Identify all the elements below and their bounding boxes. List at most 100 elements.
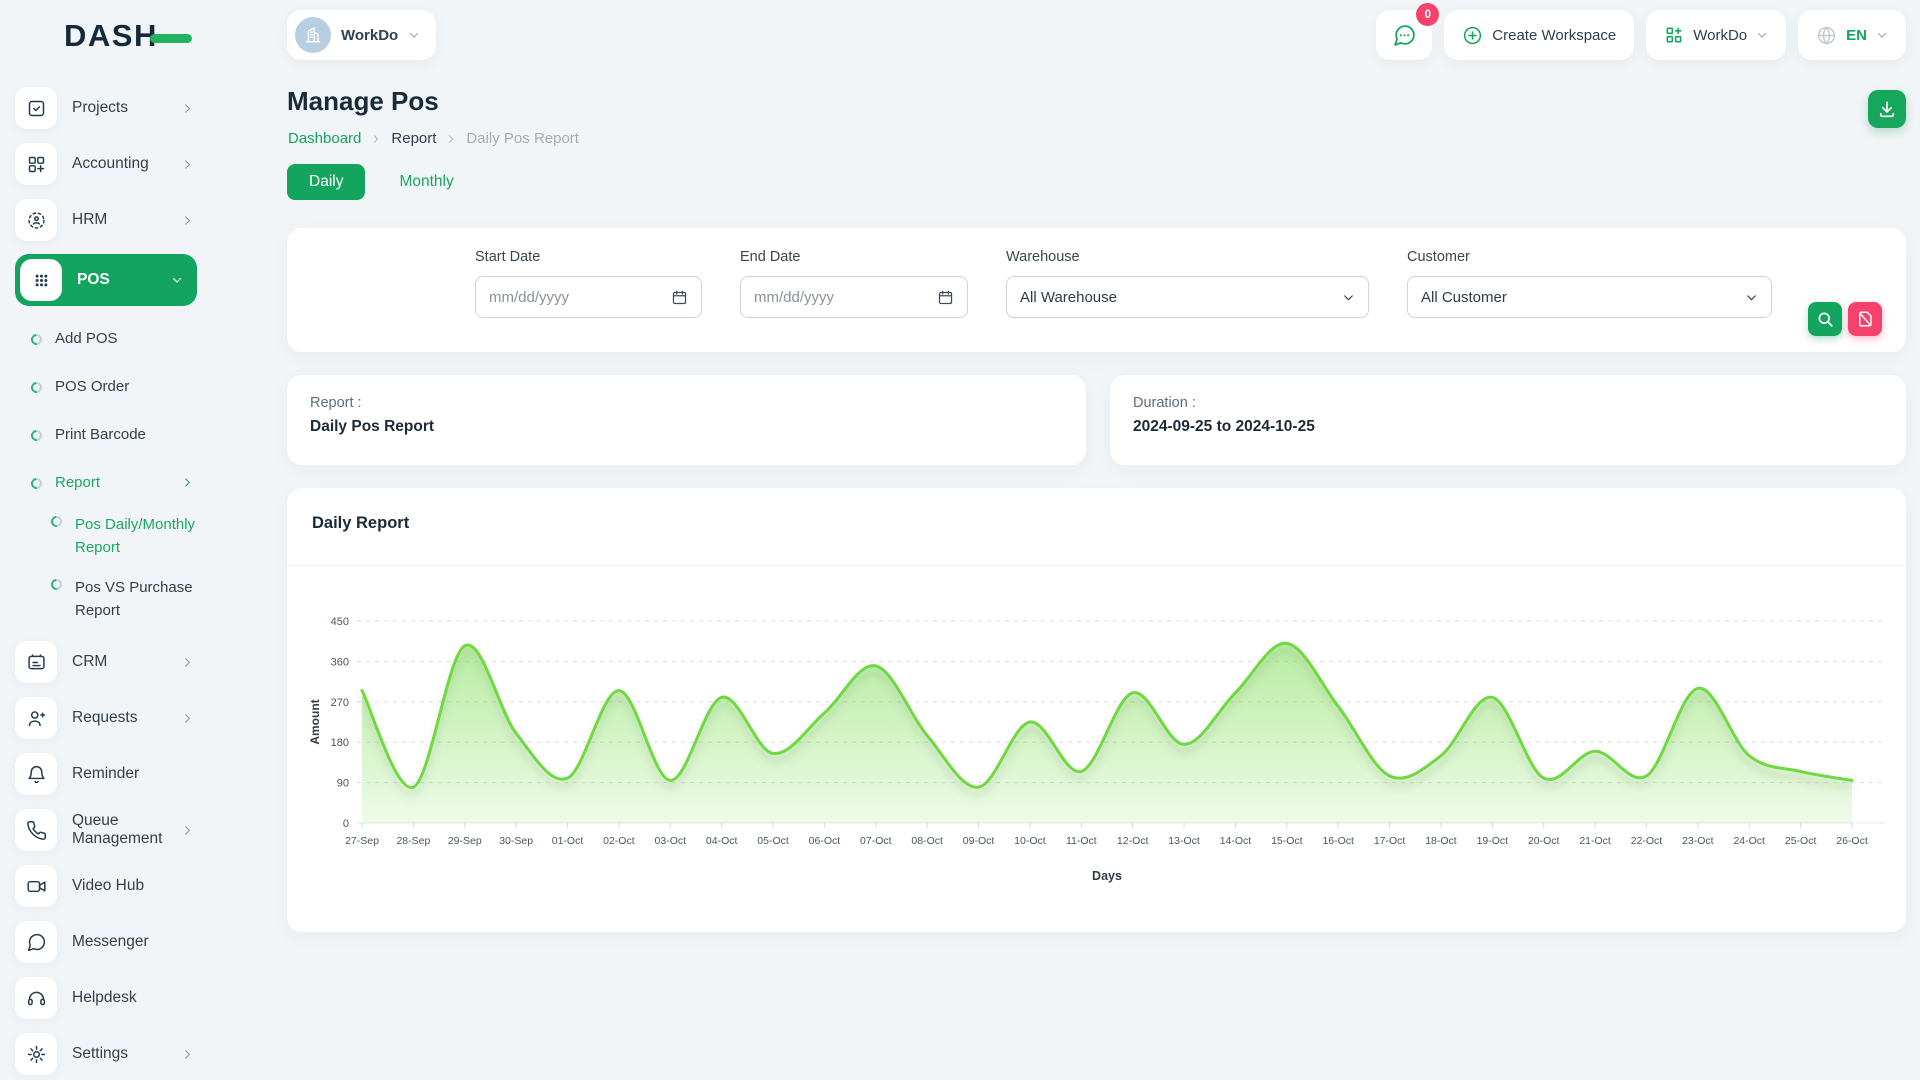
bullet-ring-icon: [29, 379, 44, 394]
svg-text:12-Oct: 12-Oct: [1117, 835, 1149, 847]
sidebar-item-requests[interactable]: Requests: [15, 696, 197, 740]
sidebar-item-queue-management[interactable]: Queue Management: [15, 808, 197, 852]
duration-label: Duration :: [1133, 395, 1883, 411]
calendar-icon[interactable]: [937, 289, 954, 306]
breadcrumb-item-daily-pos-report: Daily Pos Report: [466, 130, 579, 147]
report-summary-card: Report : Daily Pos Report: [287, 375, 1086, 465]
messages-button[interactable]: 0: [1376, 10, 1432, 60]
svg-text:11-Oct: 11-Oct: [1066, 835, 1097, 847]
sidebar-item-pos-vs-purchase-report[interactable]: Pos VS Purchase Report: [15, 577, 197, 622]
svg-text:180: 180: [331, 737, 349, 749]
report-mode-tabs: Daily Monthly: [287, 164, 468, 200]
svg-text:18-Oct: 18-Oct: [1425, 835, 1457, 847]
sidebar-item-crm[interactable]: CRM: [15, 640, 197, 684]
sidebar-item-label: Settings: [72, 1045, 182, 1063]
sidebar-item-pos-order[interactable]: POS Order: [15, 370, 197, 402]
reset-filter-button[interactable]: [1848, 302, 1882, 336]
language-selector[interactable]: EN: [1798, 10, 1906, 60]
sidebar-item-label: Print Barcode: [55, 426, 197, 443]
sidebar-item-reminder[interactable]: Reminder: [15, 752, 197, 796]
chevron-right-icon: [182, 103, 193, 114]
chevron-right-icon: [182, 215, 193, 226]
sidebar-item-label: Messenger: [72, 933, 197, 951]
sidebar-item-projects[interactable]: Projects: [15, 86, 197, 130]
chevron-right-icon: [182, 477, 193, 488]
topbar-actions: 0 Create Workspace WorkDo EN: [1376, 10, 1906, 60]
settings-icon: [15, 1033, 57, 1075]
svg-text:17-Oct: 17-Oct: [1374, 835, 1406, 847]
svg-text:30-Sep: 30-Sep: [499, 835, 533, 847]
end-date-placeholder: mm/dd/yyyy: [754, 289, 834, 306]
search-icon: [1816, 310, 1834, 328]
breadcrumb-item-dashboard[interactable]: Dashboard: [288, 130, 361, 147]
calendar-icon[interactable]: [671, 289, 688, 306]
sidebar-item-label: POS Order: [55, 378, 197, 395]
sidebar-item-print-barcode[interactable]: Print Barcode: [15, 418, 197, 450]
svg-text:24-Oct: 24-Oct: [1733, 835, 1765, 847]
chevron-right-icon: [182, 657, 193, 668]
svg-text:09-Oct: 09-Oct: [963, 835, 995, 847]
report-label: Report :: [310, 395, 1063, 411]
sidebar-item-label: Accounting: [72, 155, 182, 173]
sidebar-item-report[interactable]: Report: [15, 466, 197, 498]
sidebar-item-label: Reminder: [72, 765, 197, 783]
warehouse-select[interactable]: All Warehouse: [1006, 276, 1369, 318]
sidebar-item-label: Requests: [72, 709, 182, 727]
chat-icon: [1392, 23, 1417, 48]
svg-text:08-Oct: 08-Oct: [911, 835, 943, 847]
svg-text:01-Oct: 01-Oct: [552, 835, 584, 847]
create-workspace-button[interactable]: Create Workspace: [1444, 10, 1634, 60]
svg-text:04-Oct: 04-Oct: [706, 835, 738, 847]
video-icon: [15, 865, 57, 907]
svg-text:16-Oct: 16-Oct: [1322, 835, 1354, 847]
page-title: Manage Pos: [287, 86, 439, 117]
accounting-icon: [15, 143, 57, 185]
svg-text:14-Oct: 14-Oct: [1220, 835, 1252, 847]
projects-icon: [15, 87, 57, 129]
svg-text:28-Sep: 28-Sep: [396, 835, 430, 847]
clear-file-icon: [1856, 310, 1874, 328]
report-value: Daily Pos Report: [310, 418, 1063, 436]
chevron-down-icon: [1876, 29, 1888, 41]
sidebar-item-label: Projects: [72, 99, 182, 117]
pos-grid-icon: [20, 259, 62, 301]
end-date-input[interactable]: mm/dd/yyyy: [740, 276, 968, 318]
svg-text:06-Oct: 06-Oct: [809, 835, 841, 847]
breadcrumb-item-report[interactable]: Report: [391, 130, 436, 147]
customer-label: Customer: [1407, 249, 1772, 265]
sidebar-item-hrm[interactable]: HRM: [15, 198, 197, 242]
tab-daily[interactable]: Daily: [287, 164, 365, 200]
svg-text:26-Oct: 26-Oct: [1836, 835, 1868, 847]
sidebar-item-accounting[interactable]: Accounting: [15, 142, 197, 186]
sidebar-item-settings[interactable]: Settings: [15, 1032, 197, 1076]
app-menu-button[interactable]: WorkDo: [1646, 10, 1786, 60]
sidebar-item-pos-daily-monthly-report[interactable]: Pos Daily/Monthly Report: [15, 514, 197, 559]
end-date-group: End Date mm/dd/yyyy: [740, 249, 968, 318]
chart-title: Daily Report: [312, 514, 409, 533]
chevron-right-icon: [446, 134, 456, 144]
chevron-down-icon: [1756, 29, 1768, 41]
app-logo: DASH: [64, 18, 192, 54]
bullet-ring-icon: [49, 514, 64, 529]
daily-report-card: Daily Report 09018027036045027-Sep28-Sep…: [287, 488, 1906, 932]
sidebar-item-add-pos[interactable]: Add POS: [15, 322, 197, 354]
start-date-input[interactable]: mm/dd/yyyy: [475, 276, 702, 318]
tab-monthly[interactable]: Monthly: [385, 164, 467, 200]
svg-text:13-Oct: 13-Oct: [1168, 835, 1200, 847]
chevron-down-icon: [408, 29, 420, 41]
chevron-right-icon: [371, 134, 381, 144]
duration-value: 2024-09-25 to 2024-10-25: [1133, 418, 1883, 436]
apply-filter-button[interactable]: [1808, 302, 1842, 336]
download-button[interactable]: [1868, 90, 1906, 128]
customer-select[interactable]: All Customer: [1407, 276, 1772, 318]
filter-fields: Start Date mm/dd/yyyy End Date mm/dd/yyy…: [475, 249, 1772, 318]
bullet-ring-icon: [29, 331, 44, 346]
end-date-label: End Date: [740, 249, 968, 265]
sidebar-item-helpdesk[interactable]: Helpdesk: [15, 976, 197, 1020]
messages-badge: 0: [1416, 3, 1439, 26]
chevron-down-icon: [171, 274, 183, 286]
workspace-switcher[interactable]: WorkDo: [287, 10, 436, 60]
sidebar-item-video-hub[interactable]: Video Hub: [15, 864, 197, 908]
sidebar-item-messenger[interactable]: Messenger: [15, 920, 197, 964]
sidebar-item-pos[interactable]: POS: [15, 254, 197, 306]
